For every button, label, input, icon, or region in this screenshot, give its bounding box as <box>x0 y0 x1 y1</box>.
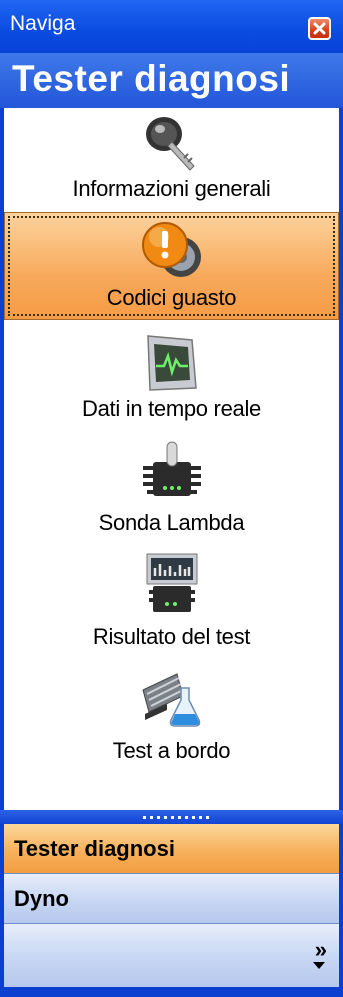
window-title: Naviga <box>10 12 76 35</box>
section-title: Tester diagnosi <box>12 58 291 99</box>
item-label: Test a bordo <box>112 738 231 763</box>
item-label: Informazioni generali <box>72 176 271 201</box>
item-codici-guasto[interactable]: Codici guasto <box>4 212 339 320</box>
item-dati-in-tempo-reale[interactable]: Dati in tempo reale <box>4 322 339 432</box>
item-sonda-lambda[interactable]: Sonda Lambda <box>4 434 339 544</box>
item-list: Informazioni generali Codici guasto Dati… <box>4 108 339 810</box>
splitter-grip[interactable] <box>0 810 343 824</box>
sensor-icon <box>139 438 205 509</box>
navigation-pane: Naviga Tester diagnosi Informazioni gene… <box>0 0 343 997</box>
item-test-a-bordo[interactable]: Test a bordo <box>4 660 339 772</box>
close-icon[interactable] <box>308 17 331 40</box>
item-risultato-del-test[interactable]: Risultato del test <box>4 546 339 658</box>
onboard-test-icon <box>137 666 207 737</box>
warning-gauge-icon <box>139 217 205 288</box>
item-label: Sonda Lambda <box>98 510 245 535</box>
item-label: Risultato del test <box>92 624 251 649</box>
nav-button-tester-diagnosi[interactable]: Tester diagnosi <box>4 824 339 874</box>
item-label: Dati in tempo reale <box>82 396 261 421</box>
section-header: Tester diagnosi <box>0 53 343 108</box>
dropdown-arrow-icon[interactable] <box>313 962 325 969</box>
item-informazioni-generali[interactable]: Informazioni generali <box>4 108 339 212</box>
grip-dots <box>143 816 213 819</box>
key-icon <box>140 110 204 179</box>
nav-label: Tester diagnosi <box>14 836 175 861</box>
nav-label: Dyno <box>14 886 69 911</box>
overflow-bar: » <box>4 924 339 987</box>
chevron-expand-icon[interactable]: » <box>315 939 327 961</box>
item-label: Codici guasto <box>106 285 237 310</box>
monitor-icon <box>140 330 204 399</box>
test-results-icon <box>139 550 205 621</box>
title-bar: Naviga <box>0 0 343 53</box>
nav-button-dyno[interactable]: Dyno <box>4 874 339 924</box>
